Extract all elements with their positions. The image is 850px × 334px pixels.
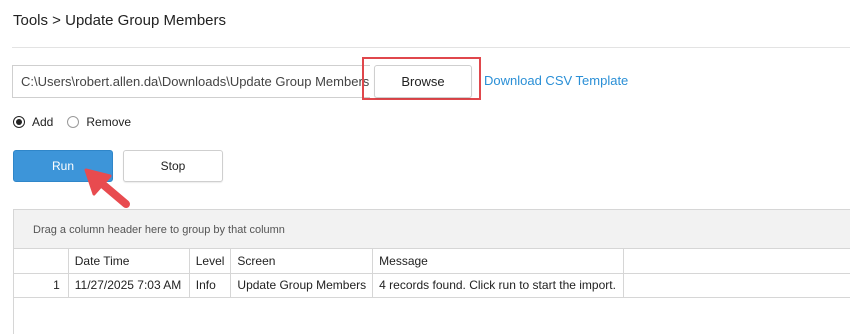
group-by-panel[interactable]: Drag a column header here to group by th… [14,210,850,249]
breadcrumb: Tools > Update Group Members [13,12,227,29]
add-radio[interactable] [13,116,25,128]
download-csv-template-link[interactable]: Download CSV Template [484,73,628,88]
column-header-filler [623,249,850,274]
column-header-date-time[interactable]: Date Time [68,249,190,274]
message-cell: 4 records found. Click run to start the … [372,273,625,298]
date-time-cell: 11/27/2025 7:03 AM [68,273,190,298]
browse-button[interactable]: Browse [374,65,472,98]
column-header-message[interactable]: Message [372,249,625,274]
remove-radio[interactable] [67,116,80,128]
table-row[interactable]: 1 11/27/2025 7:03 AM Info Update Group M… [14,273,850,298]
screen-cell: Update Group Members [230,273,374,298]
add-radio-label[interactable]: Add [32,115,53,129]
column-header-row-number[interactable] [14,249,69,274]
table-header-row: Date Time Level Screen Message [14,249,850,274]
header-divider [12,47,850,48]
remove-radio-label[interactable]: Remove [86,115,131,129]
column-header-screen[interactable]: Screen [230,249,374,274]
level-cell: Info [189,273,232,298]
column-header-level[interactable]: Level [189,249,232,274]
log-table: Date Time Level Screen Message 1 11/27/2… [14,249,850,298]
mode-radio-group: Add Remove [13,115,145,129]
row-number-cell: 1 [14,273,69,298]
file-path-field[interactable]: C:\Users\robert.allen.da\Downloads\Updat… [12,65,370,98]
filler-cell [623,273,850,298]
log-grid: Drag a column header here to group by th… [13,209,850,334]
